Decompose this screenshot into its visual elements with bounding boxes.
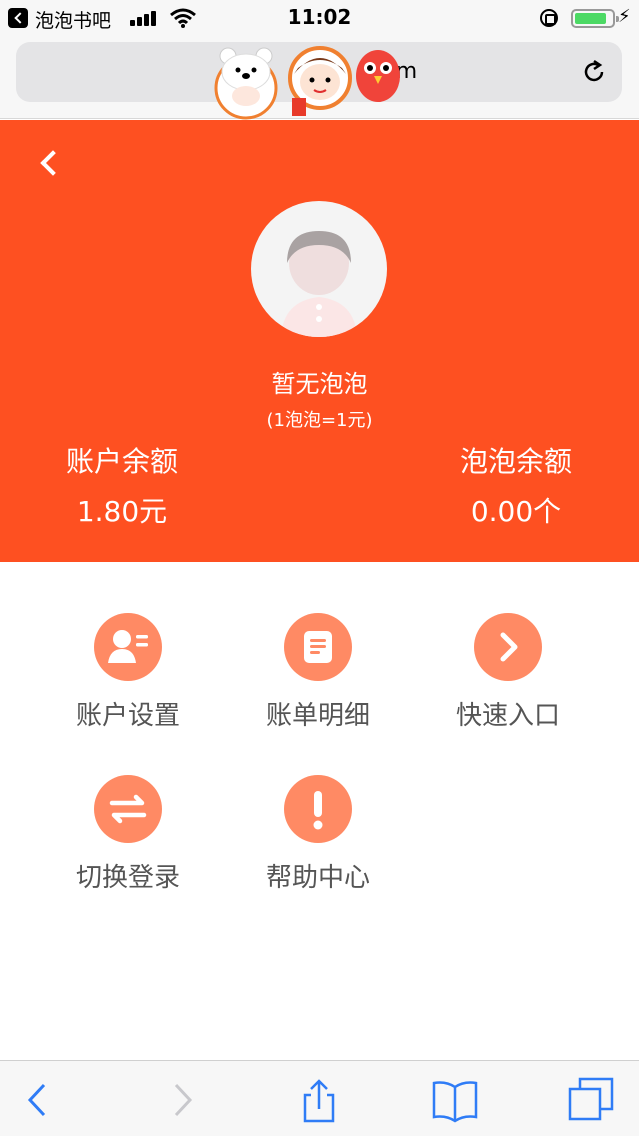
back-button[interactable]: [36, 146, 62, 182]
status-bar: 泡泡书吧 11:02 ⚡: [0, 0, 639, 36]
menu-quick-entry[interactable]: 快速入口: [428, 613, 588, 753]
menu-label: 帮助中心: [265, 863, 370, 893]
menu-help-center[interactable]: 帮助中心: [238, 775, 398, 915]
user-card-icon: [94, 613, 162, 681]
profile-header: 暂无泡泡 (1泡泡=1元) 账户余额 1.80元 泡泡余额 0.00个: [0, 120, 639, 562]
document-icon: [284, 613, 352, 681]
menu-bill-details[interactable]: 账单明细: [238, 613, 398, 753]
avatar: [251, 201, 387, 337]
share-icon[interactable]: [294, 1075, 344, 1125]
menu-switch-login[interactable]: 切换登录: [48, 775, 208, 915]
menu-label: 快速入口: [455, 701, 560, 731]
reload-icon[interactable]: [580, 58, 608, 86]
browser-toolbar: [0, 1060, 639, 1136]
account-balance-value: 1.80元: [76, 495, 168, 528]
bubble-status: 暂无泡泡: [271, 370, 368, 398]
browser-back-icon[interactable]: [14, 1075, 64, 1125]
menu-label: 账单明细: [265, 701, 370, 731]
bookmarks-icon[interactable]: [430, 1075, 480, 1125]
bubble-balance-label: 泡泡余额: [459, 445, 572, 478]
menu-account-settings[interactable]: 账户设置: [48, 613, 208, 753]
default-avatar-icon: [281, 231, 357, 337]
bubble-rate: (1泡泡=1元): [266, 410, 373, 431]
browser-forward-icon[interactable]: [156, 1075, 206, 1125]
chevron-right-icon: [474, 613, 542, 681]
orientation-lock-icon: [540, 9, 558, 27]
swap-icon: [94, 775, 162, 843]
account-balance-label: 账户余额: [65, 445, 178, 478]
charging-icon: ⚡: [618, 6, 631, 27]
bubble-balance-value: 0.00个: [470, 495, 562, 528]
menu-label: 切换登录: [75, 863, 180, 893]
tabs-icon[interactable]: [566, 1075, 616, 1125]
battery-icon: [571, 9, 619, 28]
battery-level: [575, 13, 606, 24]
browser-address-area: m: [0, 36, 639, 120]
exclamation-icon: [284, 775, 352, 843]
menu-label: 账户设置: [75, 701, 180, 731]
mascot-logo: [214, 46, 400, 120]
